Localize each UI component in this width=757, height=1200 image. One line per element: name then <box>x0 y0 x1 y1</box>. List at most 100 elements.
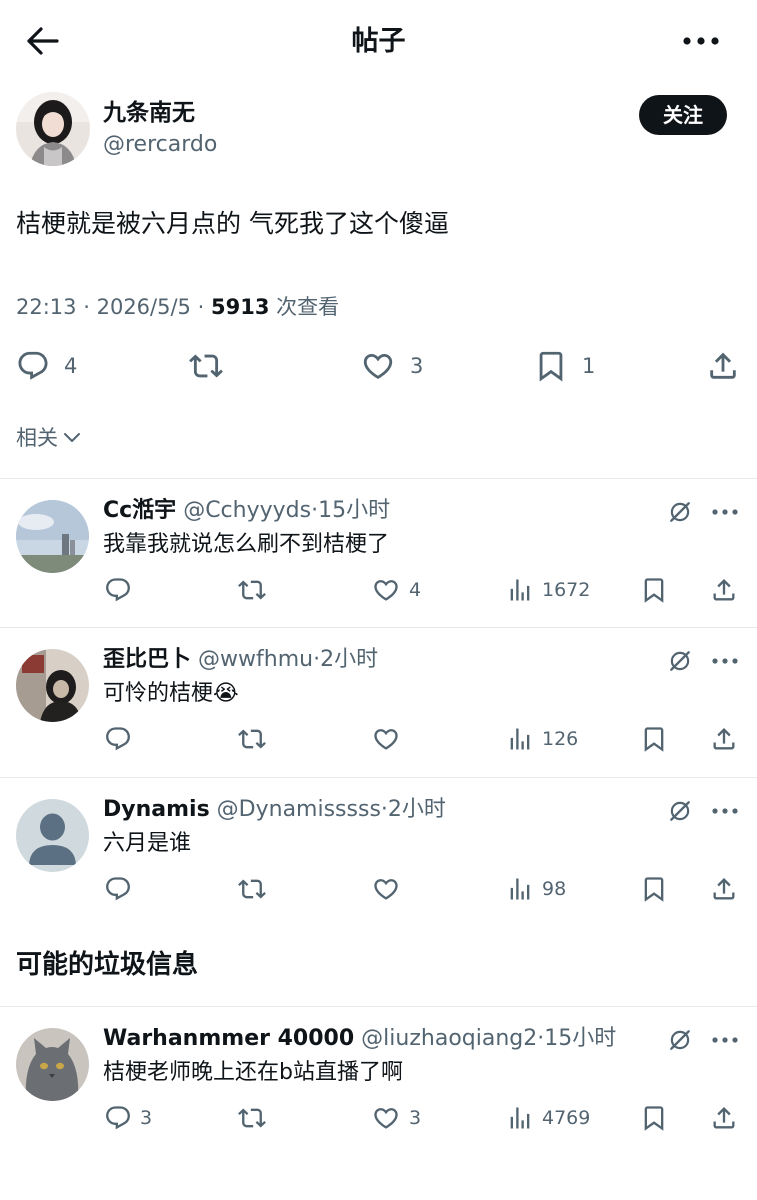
grok-icon[interactable] <box>667 648 693 674</box>
avatar[interactable] <box>16 500 89 573</box>
repost-icon <box>237 725 267 753</box>
reply-text: 桔梗老师晚上还在b站直播了啊 <box>103 1060 403 1085</box>
like-button[interactable]: 4 <box>371 576 421 604</box>
post-date[interactable]: 2026/5/5 <box>97 295 191 319</box>
reply-author-name[interactable]: 歪比巴卜 <box>103 647 191 672</box>
views-icon <box>506 1104 534 1132</box>
reply-author-handle[interactable]: @Cchyyyds <box>183 498 311 523</box>
repost-button[interactable] <box>237 725 267 753</box>
like-icon <box>371 1104 401 1132</box>
more-options-icon[interactable] <box>711 807 739 815</box>
views-button[interactable]: 98 <box>506 875 566 903</box>
bookmark-button[interactable] <box>640 1104 668 1132</box>
like-button[interactable] <box>371 875 401 903</box>
reply-text: 我靠我就说怎么刷不到桔梗了 <box>103 532 390 557</box>
reply-time[interactable]: 15小时 <box>318 498 390 523</box>
more-options-icon[interactable] <box>682 36 720 46</box>
like-count: 4 <box>409 579 422 601</box>
more-options-icon[interactable] <box>711 508 739 516</box>
reply-button[interactable]: 3 <box>104 1104 152 1132</box>
reply-text: 可怜的桔梗😭 <box>103 681 239 706</box>
like-icon <box>371 725 401 753</box>
bookmark-count: 1 <box>582 354 596 378</box>
reply-button[interactable]: 4 <box>16 349 77 383</box>
like-button[interactable]: 3 <box>371 1104 421 1132</box>
reply-button[interactable] <box>104 725 132 753</box>
repost-button[interactable] <box>237 576 267 604</box>
like-count: 3 <box>409 1107 422 1129</box>
like-count: 3 <box>410 354 424 378</box>
reply-author-handle[interactable]: @liuzhaoqiang2 <box>361 1026 537 1051</box>
post-time[interactable]: 22:13 <box>16 295 77 319</box>
reply-author-handle[interactable]: @Dynamisssss <box>217 797 381 822</box>
share-button[interactable] <box>710 725 738 753</box>
avatar[interactable] <box>16 92 90 166</box>
reply-time[interactable]: 15小时 <box>544 1026 616 1051</box>
bookmark-icon <box>534 349 568 383</box>
bookmark-button[interactable] <box>640 875 668 903</box>
reply-time[interactable]: 2小时 <box>388 797 446 822</box>
avatar[interactable] <box>16 649 89 722</box>
reply-button[interactable] <box>104 875 132 903</box>
related-dropdown[interactable]: 相关 <box>16 422 82 452</box>
grok-icon[interactable] <box>667 798 693 824</box>
repost-icon <box>237 875 267 903</box>
views-button[interactable]: 1672 <box>506 576 590 604</box>
views-count: 1672 <box>542 579 591 601</box>
like-button[interactable] <box>371 725 401 753</box>
share-icon <box>710 725 738 753</box>
related-label: 相关 <box>16 426 58 450</box>
reply-author-name[interactable]: Warhanmmer 40000 <box>103 1026 354 1051</box>
reply-author-name[interactable]: Cc湉宇 <box>103 498 176 523</box>
share-icon <box>706 349 740 383</box>
repost-button[interactable] <box>188 349 224 383</box>
share-button[interactable] <box>710 875 738 903</box>
reply-icon <box>104 1104 132 1132</box>
like-button[interactable]: 3 <box>360 349 423 383</box>
chevron-down-icon <box>64 433 80 442</box>
reply-author-handle[interactable]: @wwfhmu <box>198 647 313 672</box>
reply-item[interactable]: Warhanmmer 40000 @liuzhaoqiang2·15小时 桔梗老… <box>0 1007 757 1157</box>
views-button[interactable]: 126 <box>506 725 578 753</box>
post-text: 桔梗就是被六月点的 气死我了这个傻逼 <box>16 209 449 238</box>
repost-icon <box>188 349 224 383</box>
bookmark-button[interactable]: 1 <box>534 349 595 383</box>
like-icon <box>371 576 401 604</box>
reply-icon <box>104 875 132 903</box>
bookmark-button[interactable] <box>640 725 668 753</box>
repost-button[interactable] <box>237 1104 267 1132</box>
views-button[interactable]: 4769 <box>506 1104 590 1132</box>
grok-icon[interactable] <box>667 1027 693 1053</box>
more-options-icon[interactable] <box>711 657 739 665</box>
reply-text: 六月是谁 <box>103 831 192 856</box>
grok-icon[interactable] <box>667 499 693 525</box>
share-button[interactable] <box>706 349 740 383</box>
share-icon <box>710 1104 738 1132</box>
author-name[interactable]: 九条南无 <box>103 98 195 128</box>
views-icon <box>506 576 534 604</box>
follow-button[interactable]: 关注 <box>639 95 727 135</box>
reply-item[interactable]: 歪比巴卜 @wwfhmu·2小时 可怜的桔梗😭 126 <box>0 628 757 777</box>
author-handle[interactable]: @rercardo <box>103 130 217 160</box>
like-icon <box>360 349 396 383</box>
avatar[interactable] <box>16 1028 89 1101</box>
reply-author-name[interactable]: Dynamis <box>103 797 210 822</box>
reply-icon <box>104 725 132 753</box>
view-label: 次查看 <box>276 295 340 319</box>
share-button[interactable] <box>710 576 738 604</box>
spam-section-title: 可能的垃圾信息 <box>16 950 199 980</box>
bookmark-button[interactable] <box>640 576 668 604</box>
reply-icon <box>104 576 132 604</box>
reply-button[interactable] <box>104 576 132 604</box>
default-avatar-icon[interactable] <box>16 799 89 872</box>
reply-count: 3 <box>140 1107 153 1129</box>
bookmark-icon <box>640 875 668 903</box>
more-options-icon[interactable] <box>711 1036 739 1044</box>
reply-item[interactable]: Dynamis @Dynamisssss·2小时 六月是谁 98 <box>0 778 757 926</box>
share-icon <box>710 875 738 903</box>
share-button[interactable] <box>710 1104 738 1132</box>
reply-item[interactable]: Cc湉宇 @Cchyyyds·15小时 我靠我就说怎么刷不到桔梗了 4 1672 <box>0 479 757 627</box>
bookmark-icon <box>640 725 668 753</box>
repost-button[interactable] <box>237 875 267 903</box>
reply-time[interactable]: 2小时 <box>320 647 378 672</box>
